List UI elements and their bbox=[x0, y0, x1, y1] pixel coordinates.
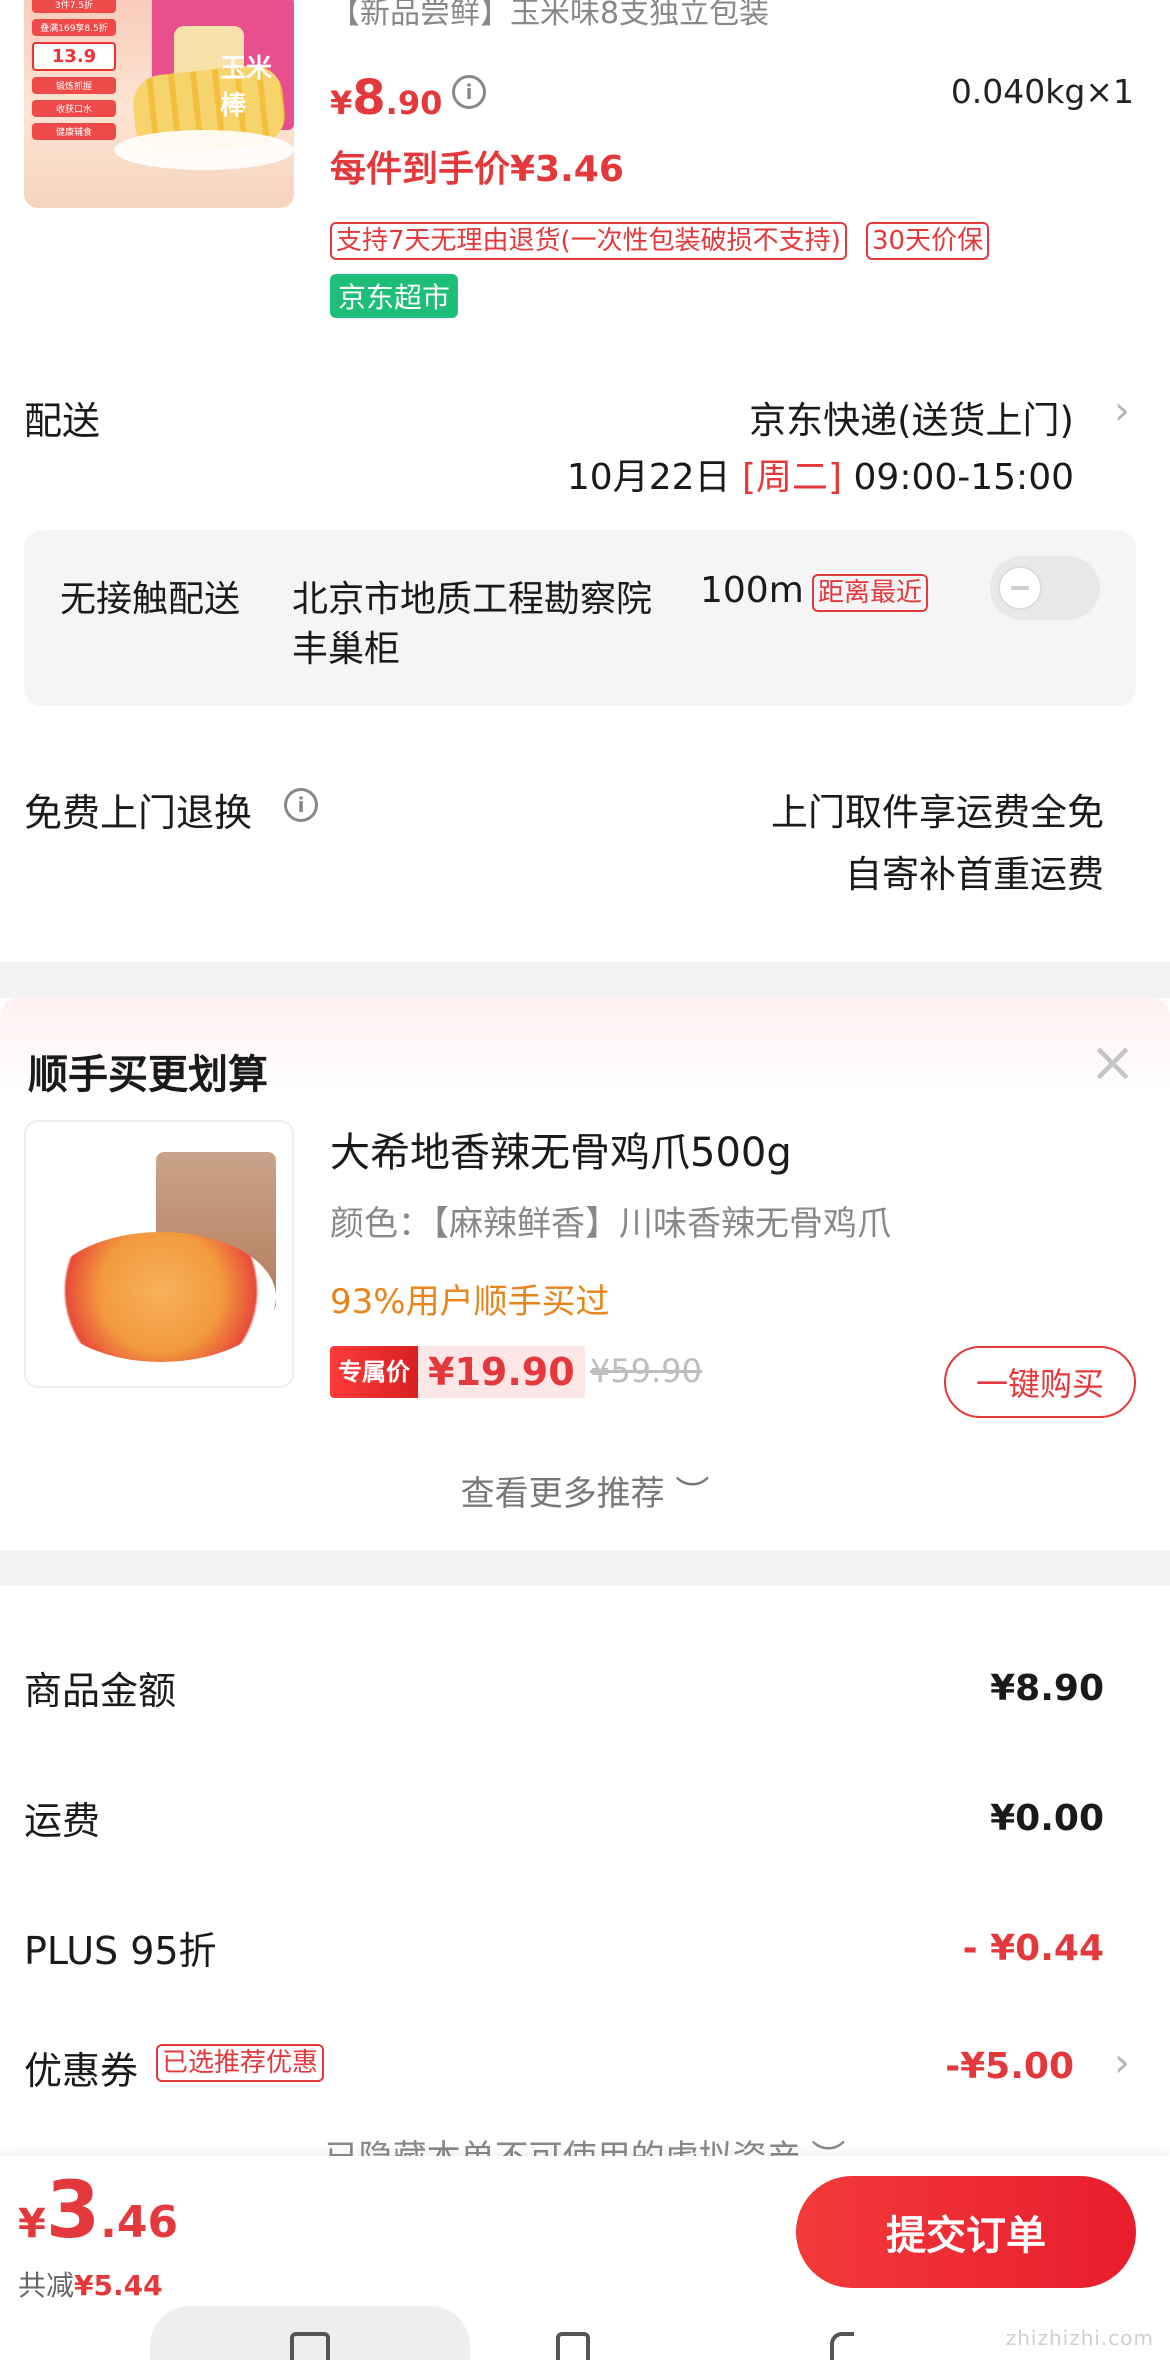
thumbnail-promo-tags: 3件7.5折 叠满169享8.5折 13.9 锻炼抓握 收获口水 健康辅食 bbox=[32, 0, 116, 146]
price-integer: 8 bbox=[352, 70, 386, 126]
submit-order-button[interactable]: 提交订单 bbox=[796, 2176, 1136, 2288]
unit-price: 每件到手价¥3.46 bbox=[330, 149, 624, 190]
return-info-icon[interactable]: i bbox=[284, 788, 318, 822]
thumb-tag: 健康辅食 bbox=[32, 123, 116, 140]
saved-value: ¥5.44 bbox=[74, 2269, 163, 2302]
back-nav-icon[interactable] bbox=[830, 2332, 854, 2360]
thumb-package-text: 玉米棒 bbox=[220, 54, 273, 121]
product-plate bbox=[114, 130, 294, 170]
product-weight-qty: 0.040kg×1 bbox=[950, 72, 1134, 111]
exclusive-price-badge: 专属价 ¥19.90 bbox=[330, 1346, 585, 1398]
shop-tag: 京东超市 bbox=[330, 274, 459, 318]
product-title[interactable]: 【新品尝鲜】玉米味8支独立包装 bbox=[330, 0, 769, 32]
section-divider bbox=[0, 1550, 1170, 1586]
price-decimal: .90 bbox=[385, 84, 443, 122]
thumb-tag: 收获口水 bbox=[32, 100, 116, 117]
recent-apps-icon[interactable] bbox=[556, 2332, 590, 2360]
return-pickup-text: 上门取件享运费全免 bbox=[771, 791, 1104, 834]
coupon-label: 优惠券 bbox=[24, 2049, 139, 2093]
coupon-recommended-tag: 已选推荐优惠 bbox=[156, 2044, 325, 2082]
thumb-tag: 叠满169享8.5折 bbox=[32, 19, 116, 36]
recommended-product-image[interactable] bbox=[24, 1120, 294, 1388]
goods-amount-value: ¥8.90 bbox=[990, 1668, 1104, 1709]
watermark: zhizhizhi.com bbox=[1005, 2326, 1154, 2350]
contactless-locker: 丰巢柜 bbox=[292, 629, 401, 670]
recommended-product-name[interactable]: 大希地香辣无骨鸡爪500g bbox=[330, 1120, 792, 1178]
original-price: ¥59.90 bbox=[590, 1352, 702, 1390]
price-currency: ¥ bbox=[330, 84, 353, 122]
return-self-send-text: 自寄补首重运费 bbox=[845, 853, 1104, 896]
total-integer: 3 bbox=[45, 2166, 101, 2256]
shipping-fee-label: 运费 bbox=[24, 1799, 101, 1843]
plus-discount-value: - ¥0.44 bbox=[962, 1928, 1104, 1969]
plus-discount-label: PLUS 95折 bbox=[24, 1929, 217, 1973]
thumb-tag: 3件7.5折 bbox=[32, 0, 116, 13]
delivery-label: 配送 bbox=[24, 399, 101, 443]
saved-label: 共减 bbox=[18, 2269, 75, 2302]
recommendation-title: 顺手买更划算 bbox=[28, 1052, 268, 1098]
return-policy-tag: 支持7天无理由退货(一次性包装破损不支持) bbox=[330, 222, 847, 260]
close-icon[interactable]: × bbox=[1089, 1030, 1136, 1095]
total-saved: 共减¥5.44 bbox=[18, 2264, 163, 2304]
exclusive-price-value: ¥19.90 bbox=[418, 1346, 585, 1398]
delivery-method[interactable]: 京东快递(送货上门) bbox=[749, 390, 1074, 444]
one-click-buy-button[interactable]: 一键购买 bbox=[944, 1346, 1136, 1418]
exclusive-price-label: 专属价 bbox=[330, 1346, 418, 1398]
more-recommendations-link[interactable]: 查看更多推荐 ︶ bbox=[0, 1466, 1170, 1515]
product-food bbox=[46, 1232, 276, 1362]
toggle-knob bbox=[998, 566, 1042, 610]
shipping-fee-value: ¥0.00 bbox=[990, 1798, 1104, 1839]
delivery-window: 09:00-15:00 bbox=[853, 457, 1074, 498]
delivery-time[interactable]: 10月22日 [周二] 09:00-15:00 bbox=[567, 448, 1074, 500]
contactless-title: 无接触配送 bbox=[60, 579, 241, 620]
nearest-badge: 距离最近 bbox=[812, 574, 929, 612]
total-decimal: .46 bbox=[100, 2197, 179, 2248]
contactless-distance: 100m bbox=[700, 570, 804, 611]
delivery-weekday: [周二] bbox=[741, 457, 843, 498]
product-price: ¥8.90 bbox=[330, 70, 442, 126]
recommended-product-spec: 颜色：【麻辣鲜香】川味香辣无骨鸡爪 bbox=[330, 1204, 891, 1244]
total-price: ¥3.46 bbox=[18, 2166, 178, 2256]
chevron-right-icon[interactable]: › bbox=[1114, 2040, 1130, 2086]
home-nav-icon[interactable] bbox=[290, 2332, 330, 2360]
recommended-bought-stat: 93%用户顺手买过 bbox=[330, 1282, 610, 1322]
product-thumbnail[interactable]: 3件7.5折 叠满169享8.5折 13.9 锻炼抓握 收获口水 健康辅食 玉米… bbox=[24, 0, 294, 208]
price-info-icon[interactable]: i bbox=[452, 75, 486, 109]
price-protect-tag: 30天价保 bbox=[866, 222, 990, 260]
contactless-toggle[interactable] bbox=[990, 556, 1100, 620]
contactless-address: 北京市地质工程勘察院 bbox=[292, 579, 653, 620]
thumb-tag: 锻炼抓握 bbox=[32, 77, 116, 94]
free-return-label: 免费上门退换 bbox=[24, 791, 253, 835]
delivery-date: 10月22日 bbox=[566, 457, 731, 498]
coupon-value[interactable]: -¥5.00 bbox=[945, 2046, 1074, 2087]
thumb-tag-price: 13.9 bbox=[32, 42, 116, 71]
goods-amount-label: 商品金额 bbox=[24, 1669, 177, 1713]
total-currency: ¥ bbox=[18, 2201, 46, 2247]
section-divider bbox=[0, 962, 1170, 998]
chevron-right-icon[interactable]: › bbox=[1114, 388, 1130, 434]
